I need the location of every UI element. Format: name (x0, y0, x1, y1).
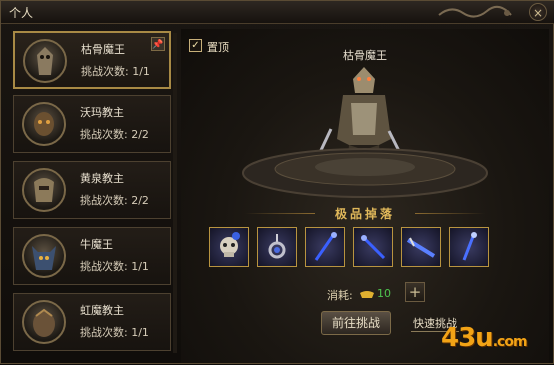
blue-sword-icon (406, 237, 436, 258)
blue-wand-icon (462, 232, 477, 261)
boss-card-woma[interactable]: 沃玛教主 挑战次数: 2/2 (13, 95, 171, 153)
boss-name: 沃玛教主 (80, 106, 124, 119)
drop-item-slot[interactable] (209, 227, 249, 267)
window-title: 个人 (9, 6, 34, 20)
boss-name: 枯骨魔王 (81, 43, 125, 56)
drop-item-slot[interactable] (401, 227, 441, 267)
amulet-item-icon (268, 234, 286, 259)
skeleton-boss-icon (37, 47, 53, 75)
title-bar: 个人 × (1, 1, 554, 24)
add-ticket-button[interactable]: + (405, 282, 425, 302)
drop-item-slot[interactable] (305, 227, 345, 267)
avatar (22, 102, 66, 146)
watermark-main: 43u (441, 323, 494, 353)
blue-staff-icon (360, 234, 386, 260)
avatar (22, 300, 66, 344)
gold-ingot-icon (360, 291, 374, 298)
drop-item-slot[interactable] (257, 227, 297, 267)
bull-demon-icon (32, 246, 56, 270)
boss-detail-panel: ✓ 置顶 枯骨魔王 极品掉落 消耗: 10 + 前往挑战 快速挑战 (181, 29, 549, 363)
challenge-count: 挑战次数: 1/1 (81, 65, 150, 78)
drop-items-row (209, 227, 529, 269)
close-button[interactable]: × (529, 3, 547, 21)
boss-list: 枯骨魔王 挑战次数: 1/1 📌 沃玛教主 挑战次数: 2/2 黄泉教主 挑战次… (13, 31, 175, 365)
skull-item-icon (220, 232, 240, 257)
cost-value: 10 (377, 287, 391, 300)
site-watermark-logo: 43u.com (441, 323, 528, 353)
boss-card-hongmo[interactable]: 虹魔教主 挑战次数: 1/1 (13, 293, 171, 351)
huangquan-boss-icon (34, 178, 54, 202)
boss-panel-window: 个人 × 枯骨魔王 挑战次数: 1/1 📌 沃玛教主 挑战次数: 2/2 黄泉教… (0, 0, 554, 364)
avatar (22, 168, 66, 212)
boss-card-kugu[interactable]: 枯骨魔王 挑战次数: 1/1 📌 (13, 31, 171, 89)
boss-card-niumo[interactable]: 牛魔王 挑战次数: 1/1 (13, 227, 171, 285)
drop-item-slot[interactable] (449, 227, 489, 267)
boss-card-huangquan[interactable]: 黄泉教主 挑战次数: 2/2 (13, 161, 171, 219)
challenge-count: 挑战次数: 1/1 (80, 326, 149, 339)
boss-name: 牛魔王 (80, 238, 113, 251)
boss-name: 黄泉教主 (80, 172, 124, 185)
cost-label: 消耗: (327, 289, 353, 302)
dragon-ornament-icon (438, 5, 512, 18)
watermark-suffix: .com (492, 334, 528, 350)
challenge-count: 挑战次数: 2/2 (80, 128, 149, 141)
boss-list-scrollbar[interactable] (173, 33, 177, 353)
drop-item-slot[interactable] (353, 227, 393, 267)
drop-title: 极品掉落 (334, 207, 395, 221)
avatar (23, 39, 67, 83)
hongmo-boss-icon (33, 308, 55, 337)
challenge-count: 挑战次数: 2/2 (80, 194, 149, 207)
stone-platform-image (242, 148, 488, 198)
blue-staff-icon (314, 232, 337, 261)
pin-icon[interactable]: 📌 (151, 37, 165, 51)
boss-name: 虹魔教主 (80, 304, 124, 317)
challenge-count: 挑战次数: 1/1 (80, 260, 149, 273)
go-challenge-button[interactable]: 前往挑战 (321, 311, 391, 335)
woma-boss-icon (34, 112, 54, 136)
avatar (22, 234, 66, 278)
